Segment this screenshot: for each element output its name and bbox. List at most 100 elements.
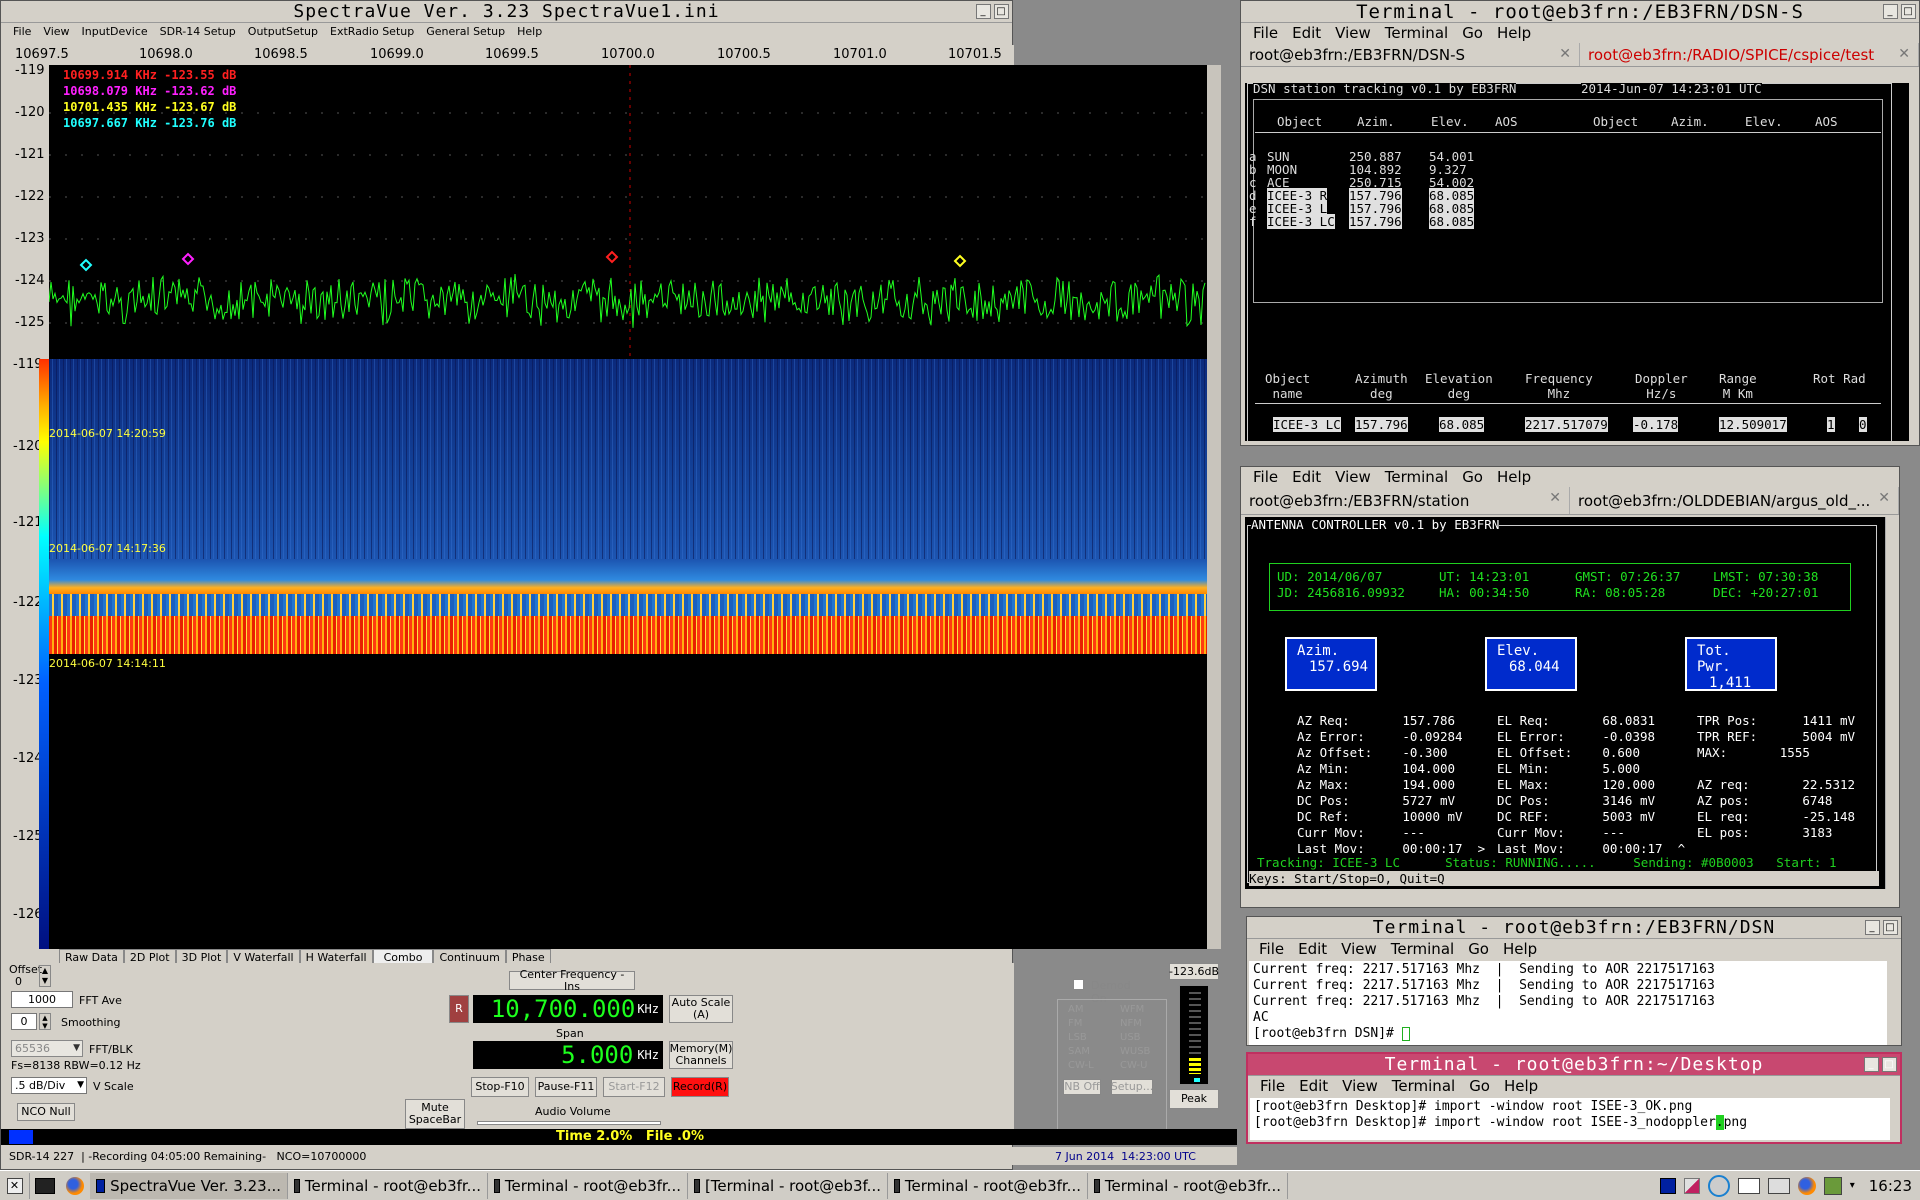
demod-cwu[interactable]: CW-U [1120, 1060, 1147, 1071]
start-button[interactable]: Start-F12 [603, 1077, 665, 1097]
menu-view[interactable]: View [1335, 24, 1371, 42]
menu-view[interactable]: View [1342, 1077, 1378, 1095]
record-button[interactable]: Record(R) [671, 1077, 729, 1097]
menu-edit[interactable]: Edit [1292, 468, 1321, 486]
menu-view[interactable]: View [43, 25, 69, 38]
terminal2-screen[interactable]: ANTENNA CONTROLLER v0.1 by EB3FRN UD: 20… [1245, 517, 1885, 889]
mute-button[interactable]: Mute SpaceBar [405, 1099, 465, 1129]
center-frequency-display[interactable]: 10,700.000 KHz [473, 995, 663, 1023]
menu-terminal[interactable]: Terminal [1392, 1077, 1455, 1095]
terminal3-titlebar[interactable]: Terminal - root@eb3frn:/EB3FRN/DSN _ □ [1247, 917, 1901, 939]
menu-go[interactable]: Go [1468, 940, 1489, 958]
menu-file[interactable]: File [1260, 1077, 1285, 1095]
vscale-select[interactable]: .5 dB/Div ▼ [11, 1077, 87, 1094]
demod-usb[interactable]: USB [1120, 1032, 1141, 1043]
offset-spinner[interactable]: ▲ ▼ [39, 965, 51, 987]
menu-edit[interactable]: Edit [1292, 24, 1321, 42]
workspace-icon[interactable] [1767, 1177, 1790, 1194]
task-terminal-1[interactable]: Terminal - root@eb3fr... [288, 1172, 488, 1199]
task-terminal-5[interactable]: Terminal - root@eb3fr... [1088, 1172, 1288, 1199]
task-terminal-3[interactable]: [Terminal - root@eb3f... [688, 1172, 888, 1199]
menu-edit[interactable]: Edit [1298, 940, 1327, 958]
menu-terminal[interactable]: Terminal [1385, 24, 1448, 42]
demod-wusb[interactable]: WUSB [1120, 1046, 1150, 1057]
maximize-icon[interactable]: □ [1901, 4, 1916, 19]
menu-file[interactable]: File [1259, 940, 1284, 958]
menu-help[interactable]: Help [1504, 1077, 1538, 1095]
maximize-icon[interactable]: □ [1882, 1057, 1897, 1072]
tray-chevron-icon[interactable]: ▾ [1850, 1180, 1855, 1191]
terminal1-screen[interactable]: DSN station tracking v0.1 by EB3FRN 2014… [1245, 83, 1909, 441]
audio-volume-slider[interactable] [477, 1121, 661, 1125]
tab-dsn-s[interactable]: root@eb3frn:/EB3FRN/DSN-S ✕ [1241, 43, 1580, 66]
desktop-icon[interactable] [1737, 1177, 1760, 1194]
minimize-icon[interactable]: _ [1864, 1057, 1879, 1072]
spectravue-tray-icon[interactable] [1659, 1177, 1676, 1194]
memory-channels-button[interactable]: Memory(M) Channels [669, 1041, 733, 1069]
menu-file[interactable]: File [13, 25, 31, 38]
menu-extradio-setup[interactable]: ExtRadio Setup [330, 25, 414, 38]
menu-terminal[interactable]: Terminal [1391, 940, 1454, 958]
minimize-icon[interactable]: _ [976, 4, 991, 19]
menu-edit[interactable]: Edit [1299, 1077, 1328, 1095]
r-button[interactable]: R [449, 995, 469, 1023]
pause-button[interactable]: Pause-F11 [535, 1077, 597, 1097]
menu-help[interactable]: Help [517, 25, 542, 38]
close-icon[interactable]: ✕ [1549, 490, 1561, 506]
waterfall-display[interactable] [49, 359, 1207, 949]
span-display[interactable]: 5.000 KHz [473, 1041, 663, 1069]
center-frequency-button[interactable]: Center Frequency - Ins [509, 968, 635, 992]
minimize-icon[interactable]: _ [1865, 920, 1880, 935]
menu-view[interactable]: View [1341, 940, 1377, 958]
menu-sdr14-setup[interactable]: SDR-14 Setup [160, 25, 236, 38]
peak-button[interactable]: Peak [1169, 1089, 1219, 1109]
demod-am[interactable]: AM [1068, 1004, 1083, 1015]
fft-blk-select[interactable]: 65536 ▼ [11, 1040, 83, 1057]
menu-file[interactable]: File [1253, 468, 1278, 486]
terminal3-screen[interactable]: Current freq: 2217.517163 Mhz | Sending … [1249, 961, 1887, 1045]
offset-value[interactable]: 0 [15, 975, 22, 988]
auto-scale-button[interactable]: Auto Scale (A) [669, 995, 733, 1023]
demod-sam[interactable]: SAM [1068, 1046, 1090, 1057]
menu-file[interactable]: File [1253, 24, 1278, 42]
clock-widget-icon[interactable] [1707, 1174, 1730, 1197]
tab-station[interactable]: root@eb3frn:/EB3FRN/station ✕ [1241, 487, 1570, 514]
tab-cspice-test[interactable]: root@eb3frn:/RADIO/SPICE/cspice/test ✕ [1580, 43, 1919, 66]
maximize-icon[interactable]: □ [994, 4, 1009, 19]
menu-go[interactable]: Go [1462, 24, 1483, 42]
demod-wfm[interactable]: WFM [1120, 1004, 1144, 1015]
demod-fm[interactable]: FM [1068, 1018, 1082, 1029]
menu-inputdevice[interactable]: InputDevice [82, 25, 148, 38]
smoothing-input[interactable]: 0 [11, 1013, 37, 1030]
task-spectravue[interactable]: SpectraVue Ver. 3.23... [90, 1172, 288, 1199]
menu-outputsetup[interactable]: OutputSetup [248, 25, 318, 38]
firefox-tray-icon[interactable] [1797, 1176, 1816, 1195]
terminal-launcher-icon[interactable] [30, 1173, 60, 1199]
demod-on-checkbox[interactable] [1073, 979, 1084, 990]
nco-null-button[interactable]: NCO Null [17, 1103, 75, 1121]
task-terminal-4[interactable]: Terminal - root@eb3fr... [888, 1172, 1088, 1199]
menu-help[interactable]: Help [1503, 940, 1537, 958]
setup-button[interactable]: Setup... [1111, 1079, 1153, 1095]
demod-lsb[interactable]: LSB [1068, 1032, 1087, 1043]
close-icon[interactable]: ✕ [1559, 46, 1571, 62]
close-icon[interactable]: ✕ [1898, 46, 1910, 62]
maximize-icon[interactable]: □ [1883, 920, 1898, 935]
firefox-launcher-icon[interactable] [60, 1173, 90, 1199]
minimize-icon[interactable]: _ [1883, 4, 1898, 19]
fft-ave-input[interactable]: 1000 [11, 991, 73, 1008]
smoothing-spinner[interactable]: ▲ ▼ [39, 1013, 51, 1030]
network-icon[interactable] [1683, 1177, 1700, 1194]
menu-go[interactable]: Go [1462, 468, 1483, 486]
tray-app-icon[interactable] [1823, 1176, 1842, 1195]
app-menu-icon[interactable]: ✕ [0, 1172, 30, 1199]
menu-help[interactable]: Help [1497, 24, 1531, 42]
tab-argus-old[interactable]: root@eb3frn:/OLDDEBIAN/argus_old_... ✕ [1570, 487, 1899, 514]
terminal2-scrollbar[interactable] [1885, 517, 1899, 889]
menu-go[interactable]: Go [1469, 1077, 1490, 1095]
spectravue-titlebar[interactable]: SpectraVue Ver. 3.23 SpectraVue1.ini _ □ [1, 1, 1012, 23]
demod-nfm[interactable]: NFM [1120, 1018, 1142, 1029]
terminal1-titlebar[interactable]: Terminal - root@eb3frn:/EB3FRN/DSN-S _ □ [1241, 1, 1919, 23]
task-terminal-2[interactable]: Terminal - root@eb3fr... [488, 1172, 688, 1199]
close-icon[interactable]: ✕ [1878, 490, 1890, 506]
